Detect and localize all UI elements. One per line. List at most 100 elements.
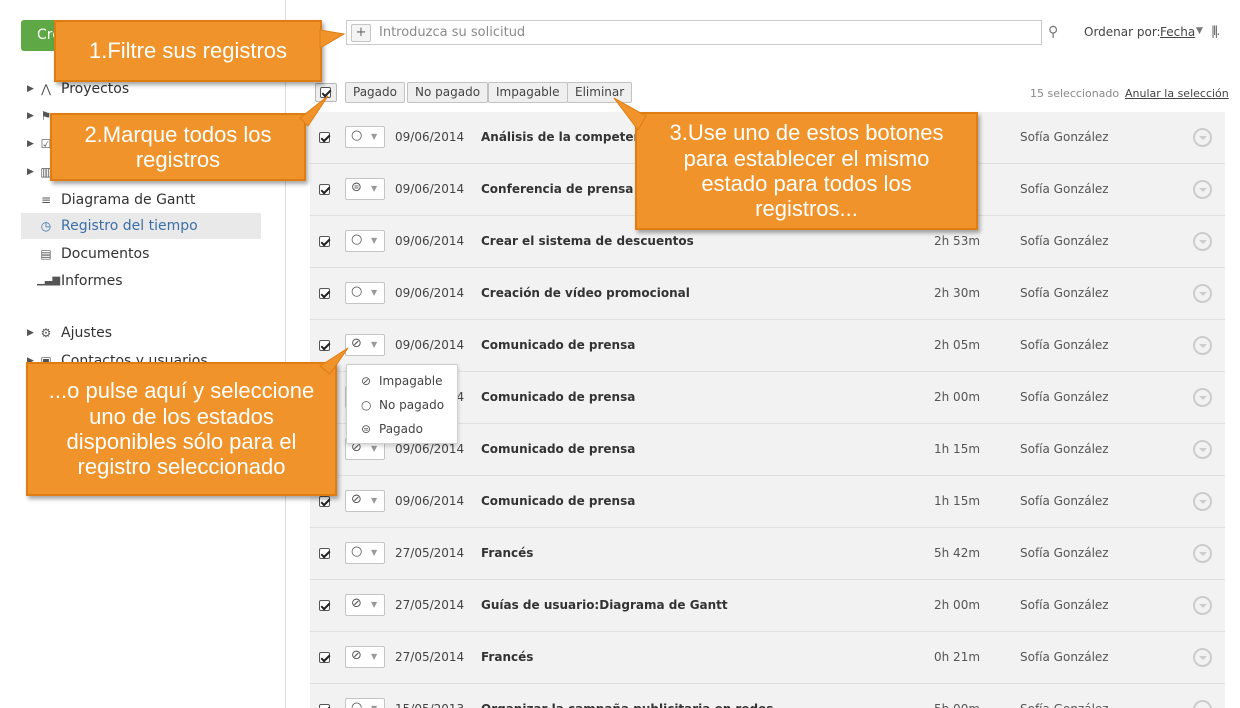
- row-checkbox[interactable]: [319, 704, 330, 708]
- expand-caret-icon[interactable]: ▶: [27, 159, 37, 185]
- expand-caret-icon[interactable]: ▶: [27, 76, 37, 102]
- sidebar-item-label: Diagrama de Gantt: [61, 192, 196, 208]
- row-checkbox[interactable]: [319, 496, 330, 507]
- row-menu-icon[interactable]: [1193, 440, 1212, 459]
- row-menu-icon[interactable]: [1193, 128, 1212, 147]
- unpaid-button[interactable]: No pagado: [407, 82, 489, 103]
- status-selector[interactable]: ○▼: [345, 542, 385, 564]
- row-title[interactable]: Conferencia de prensa: [481, 182, 633, 196]
- row-checkbox[interactable]: [319, 548, 330, 559]
- row-title[interactable]: Comunicado de prensa: [481, 442, 635, 456]
- row-title[interactable]: Comunicado de prensa: [481, 390, 635, 404]
- status-selector[interactable]: ⊜ ▼: [345, 178, 385, 200]
- expand-caret-icon[interactable]: ▶: [27, 320, 37, 346]
- row-menu-icon[interactable]: [1193, 544, 1212, 563]
- unpaid-icon: ○: [351, 544, 363, 559]
- sidebar-item-settings[interactable]: ▶ ⚙ Ajustes: [21, 320, 261, 346]
- chevron-down-icon: ▼: [371, 548, 378, 557]
- table-row[interactable]: ○ ▼ 09/06/2014 Creación de vídeo promociona…: [310, 268, 1225, 320]
- status-selector[interactable]: ○▼: [345, 698, 385, 708]
- row-menu-icon[interactable]: [1193, 648, 1212, 667]
- row-checkbox[interactable]: [319, 132, 330, 143]
- sidebar-item-documents[interactable]: ▤ Documentos: [21, 241, 261, 267]
- row-checkbox[interactable]: [319, 236, 330, 247]
- dropdown-item-paid[interactable]: ⊜ Pagado: [347, 417, 457, 441]
- row-checkbox[interactable]: [319, 652, 330, 663]
- sidebar-item-gantt[interactable]: ≡ Diagrama de Gantt: [21, 187, 261, 213]
- row-menu-icon[interactable]: [1193, 180, 1212, 199]
- chevron-down-icon[interactable]: ▼: [1196, 26, 1203, 36]
- sidebar-item-reports[interactable]: ▁▃▆ Informes: [21, 268, 261, 294]
- row-checkbox[interactable]: [319, 184, 330, 195]
- row-title[interactable]: Crear el sistema de descuentos: [481, 234, 694, 248]
- row-title[interactable]: Francés: [481, 650, 533, 664]
- document-icon: ▤: [40, 247, 52, 261]
- table-row[interactable]: ⊘ ▼ 27/05/2014 Francés 0h 21m Sofía González: [310, 632, 1225, 684]
- row-duration: 1h 15m: [934, 494, 981, 508]
- row-menu-icon[interactable]: [1193, 700, 1212, 708]
- expand-caret-icon[interactable]: ▶: [27, 131, 37, 157]
- status-selector[interactable]: ○▼: [345, 230, 385, 252]
- status-selector[interactable]: ⊘▼: [345, 594, 385, 616]
- row-menu-icon[interactable]: [1193, 388, 1212, 407]
- search-placeholder: Introduzca su solicitud: [379, 25, 526, 40]
- row-user: Sofía González: [1020, 546, 1109, 560]
- uncollectable-icon: ⊘: [351, 648, 362, 663]
- callout-text: disponibles sólo para el: [66, 429, 297, 454]
- add-filter-button[interactable]: +: [351, 23, 371, 42]
- status-selector[interactable]: ○▼: [345, 126, 385, 148]
- row-title[interactable]: Organizar la campaña publicitaria en red…: [481, 702, 773, 708]
- status-selector[interactable]: ⊘▼: [345, 646, 385, 668]
- uncollectable-button[interactable]: Impagable: [488, 82, 568, 103]
- row-title[interactable]: Comunicado de prensa: [481, 338, 635, 352]
- sidebar-item-label: Documentos: [61, 246, 150, 262]
- unpaid-icon: ○: [351, 128, 363, 143]
- row-title[interactable]: Creación de vídeo promocional: [481, 286, 690, 300]
- expand-caret-icon[interactable]: ▶: [27, 103, 37, 129]
- callout-text: registros: [135, 147, 221, 172]
- dropdown-item-label: Pagado: [379, 422, 423, 436]
- clear-selection-link[interactable]: Anular la selección: [1125, 87, 1229, 100]
- unpaid-icon: ○: [361, 398, 372, 412]
- row-title[interactable]: Comunicado de prensa: [481, 494, 635, 508]
- sidebar-item-time-log[interactable]: ◷ Registro del tiempo: [21, 213, 261, 239]
- row-user: Sofía González: [1020, 650, 1109, 664]
- table-row[interactable]: ○▼15/05/2013Organizar la campaña publici…: [310, 684, 1225, 708]
- sidebar: Crear ▶ ⋀ Proyectos ▶ ⚑ ▶ ☑ ▶ ▥ ≡ Diagra…: [0, 0, 286, 708]
- chart-icon: ▁▃▆: [37, 275, 61, 286]
- row-date: 27/05/2014: [395, 546, 465, 560]
- search-icon[interactable]: ⚲: [1048, 24, 1058, 40]
- row-checkbox[interactable]: [319, 600, 330, 611]
- dropdown-item-uncollectable[interactable]: ⊘ Impagable: [347, 369, 457, 393]
- callout-pointer: [319, 347, 349, 375]
- sort-dropdown[interactable]: Fecha: [1160, 25, 1195, 39]
- status-selector[interactable]: ○▼: [345, 282, 385, 304]
- row-menu-icon[interactable]: [1193, 284, 1212, 303]
- chevron-down-icon: ▼: [371, 704, 377, 708]
- table-row[interactable]: ⊘ ▼ 27/05/2014 Guías de usuario:Diagrama de…: [310, 580, 1225, 632]
- row-menu-icon[interactable]: [1193, 232, 1212, 251]
- dropdown-item-unpaid[interactable]: ○ No pagado: [347, 393, 457, 417]
- row-title[interactable]: Francés: [481, 546, 533, 560]
- paid-button[interactable]: Pagado: [345, 82, 405, 103]
- callout-text: 3.Use uno de estos botones: [669, 120, 944, 146]
- row-menu-icon[interactable]: [1193, 336, 1212, 355]
- row-menu-icon[interactable]: [1193, 492, 1212, 511]
- row-checkbox[interactable]: [319, 288, 330, 299]
- table-row[interactable]: ○ ▼ 27/05/2014 Francés 5h 42m Sofía González: [310, 528, 1225, 580]
- paid-icon: ⊜: [351, 180, 362, 195]
- status-selector[interactable]: ⊘▼: [345, 334, 385, 356]
- sort-order-icon[interactable]: |l|.: [1211, 24, 1220, 38]
- row-title[interactable]: Guías de usuario:Diagrama de Gantt: [481, 598, 728, 612]
- table-row[interactable]: ⊘ ▼ 09/06/2014 Comunicado de prensa 1h 15m So…: [310, 476, 1225, 528]
- row-user: Sofía González: [1020, 338, 1109, 352]
- row-menu-icon[interactable]: [1193, 596, 1212, 615]
- row-date: 09/06/2014: [395, 442, 465, 456]
- search-input[interactable]: + Introduzca su solicitud: [346, 20, 1042, 45]
- status-selector[interactable]: ⊘▼: [345, 490, 385, 512]
- row-duration: 2h 30m: [934, 286, 981, 300]
- projects-icon: ⋀: [41, 82, 51, 96]
- uncollectable-icon: ⊘: [361, 374, 372, 388]
- callout-text: 2.Marque todos los: [84, 121, 272, 147]
- row-duration: 2h 53m: [934, 234, 981, 248]
